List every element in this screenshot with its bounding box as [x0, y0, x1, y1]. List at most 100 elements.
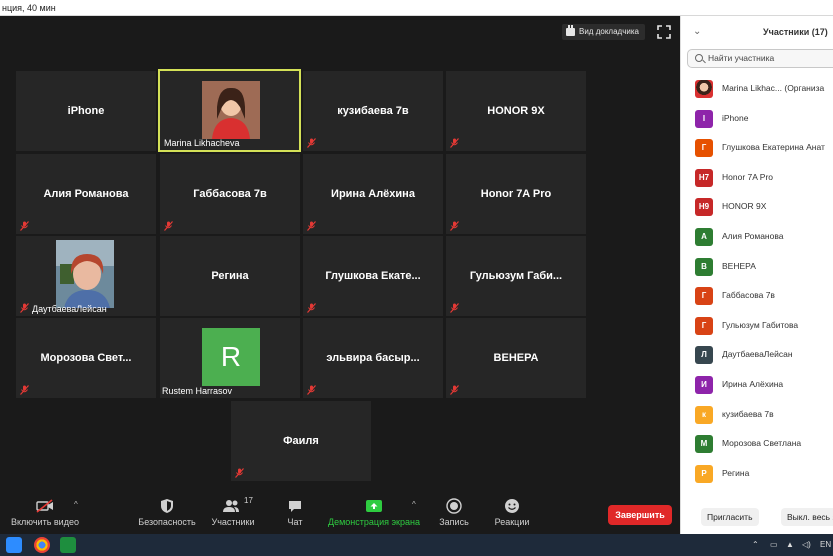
participant-video [56, 240, 114, 308]
video-tile[interactable]: Гульюзум Габи... [446, 236, 586, 316]
participant-row[interactable]: А Алия Романова [681, 222, 833, 252]
participant-row[interactable]: Р Регина [681, 459, 833, 489]
participant-name: Глушкова Екатерина Анат [722, 142, 825, 153]
record-button[interactable]: Запись [434, 498, 474, 527]
video-tile[interactable]: Глушкова Екате... [303, 236, 443, 316]
app-icon[interactable] [60, 537, 76, 553]
muted-mic-icon [20, 385, 29, 395]
speaker-view-label: Вид докладчика [579, 27, 639, 36]
video-tile-active[interactable]: Marina Likhacheva [158, 69, 301, 152]
volume-icon[interactable]: ◁) [802, 540, 811, 549]
battery-icon[interactable]: ▭ [770, 540, 778, 549]
video-tile[interactable]: ВЕНЕРА [446, 318, 586, 398]
participant-name: HONOR 9X [722, 201, 767, 212]
panel-footer: Пригласить Выкл. весь з [681, 506, 833, 534]
chrome-icon[interactable] [34, 537, 50, 553]
video-options-caret-icon[interactable]: ^ [74, 500, 78, 509]
participant-row[interactable]: М Морозова Светлана [681, 429, 833, 459]
video-tile[interactable]: Алия Романова [16, 154, 156, 234]
participant-row[interactable]: Marina Likhac... (Организа [681, 74, 833, 104]
os-taskbar: ⌃ ▭ ▲ ◁) EN [0, 534, 833, 556]
participant-row[interactable]: И Ирина Алёхина [681, 370, 833, 400]
participant-avatar: В [695, 257, 713, 276]
muted-mic-icon [307, 385, 316, 395]
participant-row[interactable]: к кузибаева 7в [681, 400, 833, 430]
video-tile[interactable]: ДаутбаеваЛейсан [16, 236, 156, 316]
window-title: нция, 40 мин [0, 0, 833, 16]
tile-name: Ирина Алёхина [331, 188, 415, 200]
speaker-view-button[interactable]: Вид докладчика [562, 24, 645, 40]
participant-avatar: Г [695, 139, 713, 158]
shield-icon [161, 499, 173, 513]
muted-mic-icon [307, 221, 316, 231]
participant-name: iPhone [722, 112, 749, 123]
share-screen-button[interactable]: Демонстрация экрана [328, 498, 420, 527]
security-label: Безопасность [138, 517, 196, 527]
tile-name: Marina Likhacheva [164, 138, 240, 148]
video-tile[interactable]: эльвира басыр... [303, 318, 443, 398]
zoom-app-icon[interactable] [6, 537, 22, 553]
tile-name: Honor 7A Pro [480, 188, 552, 200]
participant-avatar: H9 [695, 198, 713, 217]
video-tile[interactable]: Honor 7A Pro [446, 154, 586, 234]
participant-avatar: И [695, 375, 713, 394]
participant-row[interactable]: Г Глушкова Екатерина Анат [681, 133, 833, 163]
participant-name: Алия Романова [722, 230, 784, 241]
muted-mic-icon [450, 385, 459, 395]
mute-all-button[interactable]: Выкл. весь з [781, 508, 833, 526]
participant-avatar: Г [695, 287, 713, 306]
end-meeting-button[interactable]: Завершить [608, 505, 672, 525]
reactions-button[interactable]: Реакции [490, 498, 534, 527]
video-tile[interactable]: кузибаева 7в [303, 71, 443, 151]
participant-row[interactable]: Г Гульюзум Габитова [681, 311, 833, 341]
search-participant-input[interactable]: Найти участника [687, 49, 833, 68]
video-tile[interactable]: Ирина Алёхина [303, 154, 443, 234]
participant-avatar: к [695, 405, 713, 424]
tile-name: эльвира басыр... [326, 352, 420, 364]
chat-button[interactable]: Чат [280, 498, 310, 527]
participant-row[interactable]: H7 Honor 7A Pro [681, 163, 833, 193]
participant-row[interactable]: IiPhone [681, 104, 833, 134]
video-tile[interactable]: HONOR 9X [446, 71, 586, 151]
participant-avatar: М [695, 435, 713, 454]
speaker-view-icon [566, 25, 575, 36]
video-tile[interactable]: Морозова Свет... [16, 318, 156, 398]
participant-row[interactable]: Г Габбасова 7в [681, 281, 833, 311]
tile-name: Фаиля [283, 435, 319, 447]
video-tile[interactable]: Фаиля [231, 401, 371, 481]
tile-name: HONOR 9X [487, 105, 545, 117]
participant-video [202, 81, 260, 139]
tile-name: Морозова Свет... [40, 352, 132, 364]
participants-list: Marina Likhac... (Организа IiPhone Г Глушко… [681, 74, 833, 488]
fullscreen-icon[interactable] [657, 25, 671, 39]
invite-button[interactable]: Пригласить [701, 508, 759, 526]
start-video-button[interactable]: Включить видео [8, 498, 82, 527]
search-icon [695, 54, 703, 62]
muted-mic-icon [20, 221, 29, 231]
network-icon[interactable]: ▲ [786, 540, 794, 549]
tile-name: Глушкова Екате... [325, 270, 421, 282]
reactions-label: Реакции [494, 517, 530, 527]
chat-icon [289, 501, 301, 512]
participant-avatar: А [695, 227, 713, 246]
participant-avatar: Л [695, 346, 713, 365]
participant-name: кузибаева 7в [722, 408, 774, 419]
video-tile[interactable]: R Rustem Harrasov [160, 318, 300, 398]
video-tile[interactable]: Регина [160, 236, 300, 316]
participants-button[interactable]: 17 Участники [208, 496, 258, 527]
participant-row[interactable]: Л ДаутбаеваЛейсан [681, 340, 833, 370]
tray-arrow-icon[interactable]: ⌃ [752, 540, 759, 549]
security-button[interactable]: Безопасность [136, 498, 198, 527]
participant-name: Регина [722, 467, 750, 478]
video-tile[interactable]: iPhone [16, 71, 156, 151]
participant-row[interactable]: H9 HONOR 9X [681, 192, 833, 222]
participant-row[interactable]: В ВЕНЕРА [681, 252, 833, 282]
share-options-caret-icon[interactable]: ^ [412, 500, 416, 509]
muted-mic-icon [450, 303, 459, 313]
muted-mic-icon [450, 221, 459, 231]
muted-mic-icon [450, 138, 459, 148]
search-placeholder: Найти участника [708, 53, 775, 63]
collapse-chevron-icon[interactable]: ⌄ [693, 26, 701, 37]
input-language[interactable]: EN [820, 540, 831, 549]
video-tile[interactable]: Габбасова 7в [160, 154, 300, 234]
